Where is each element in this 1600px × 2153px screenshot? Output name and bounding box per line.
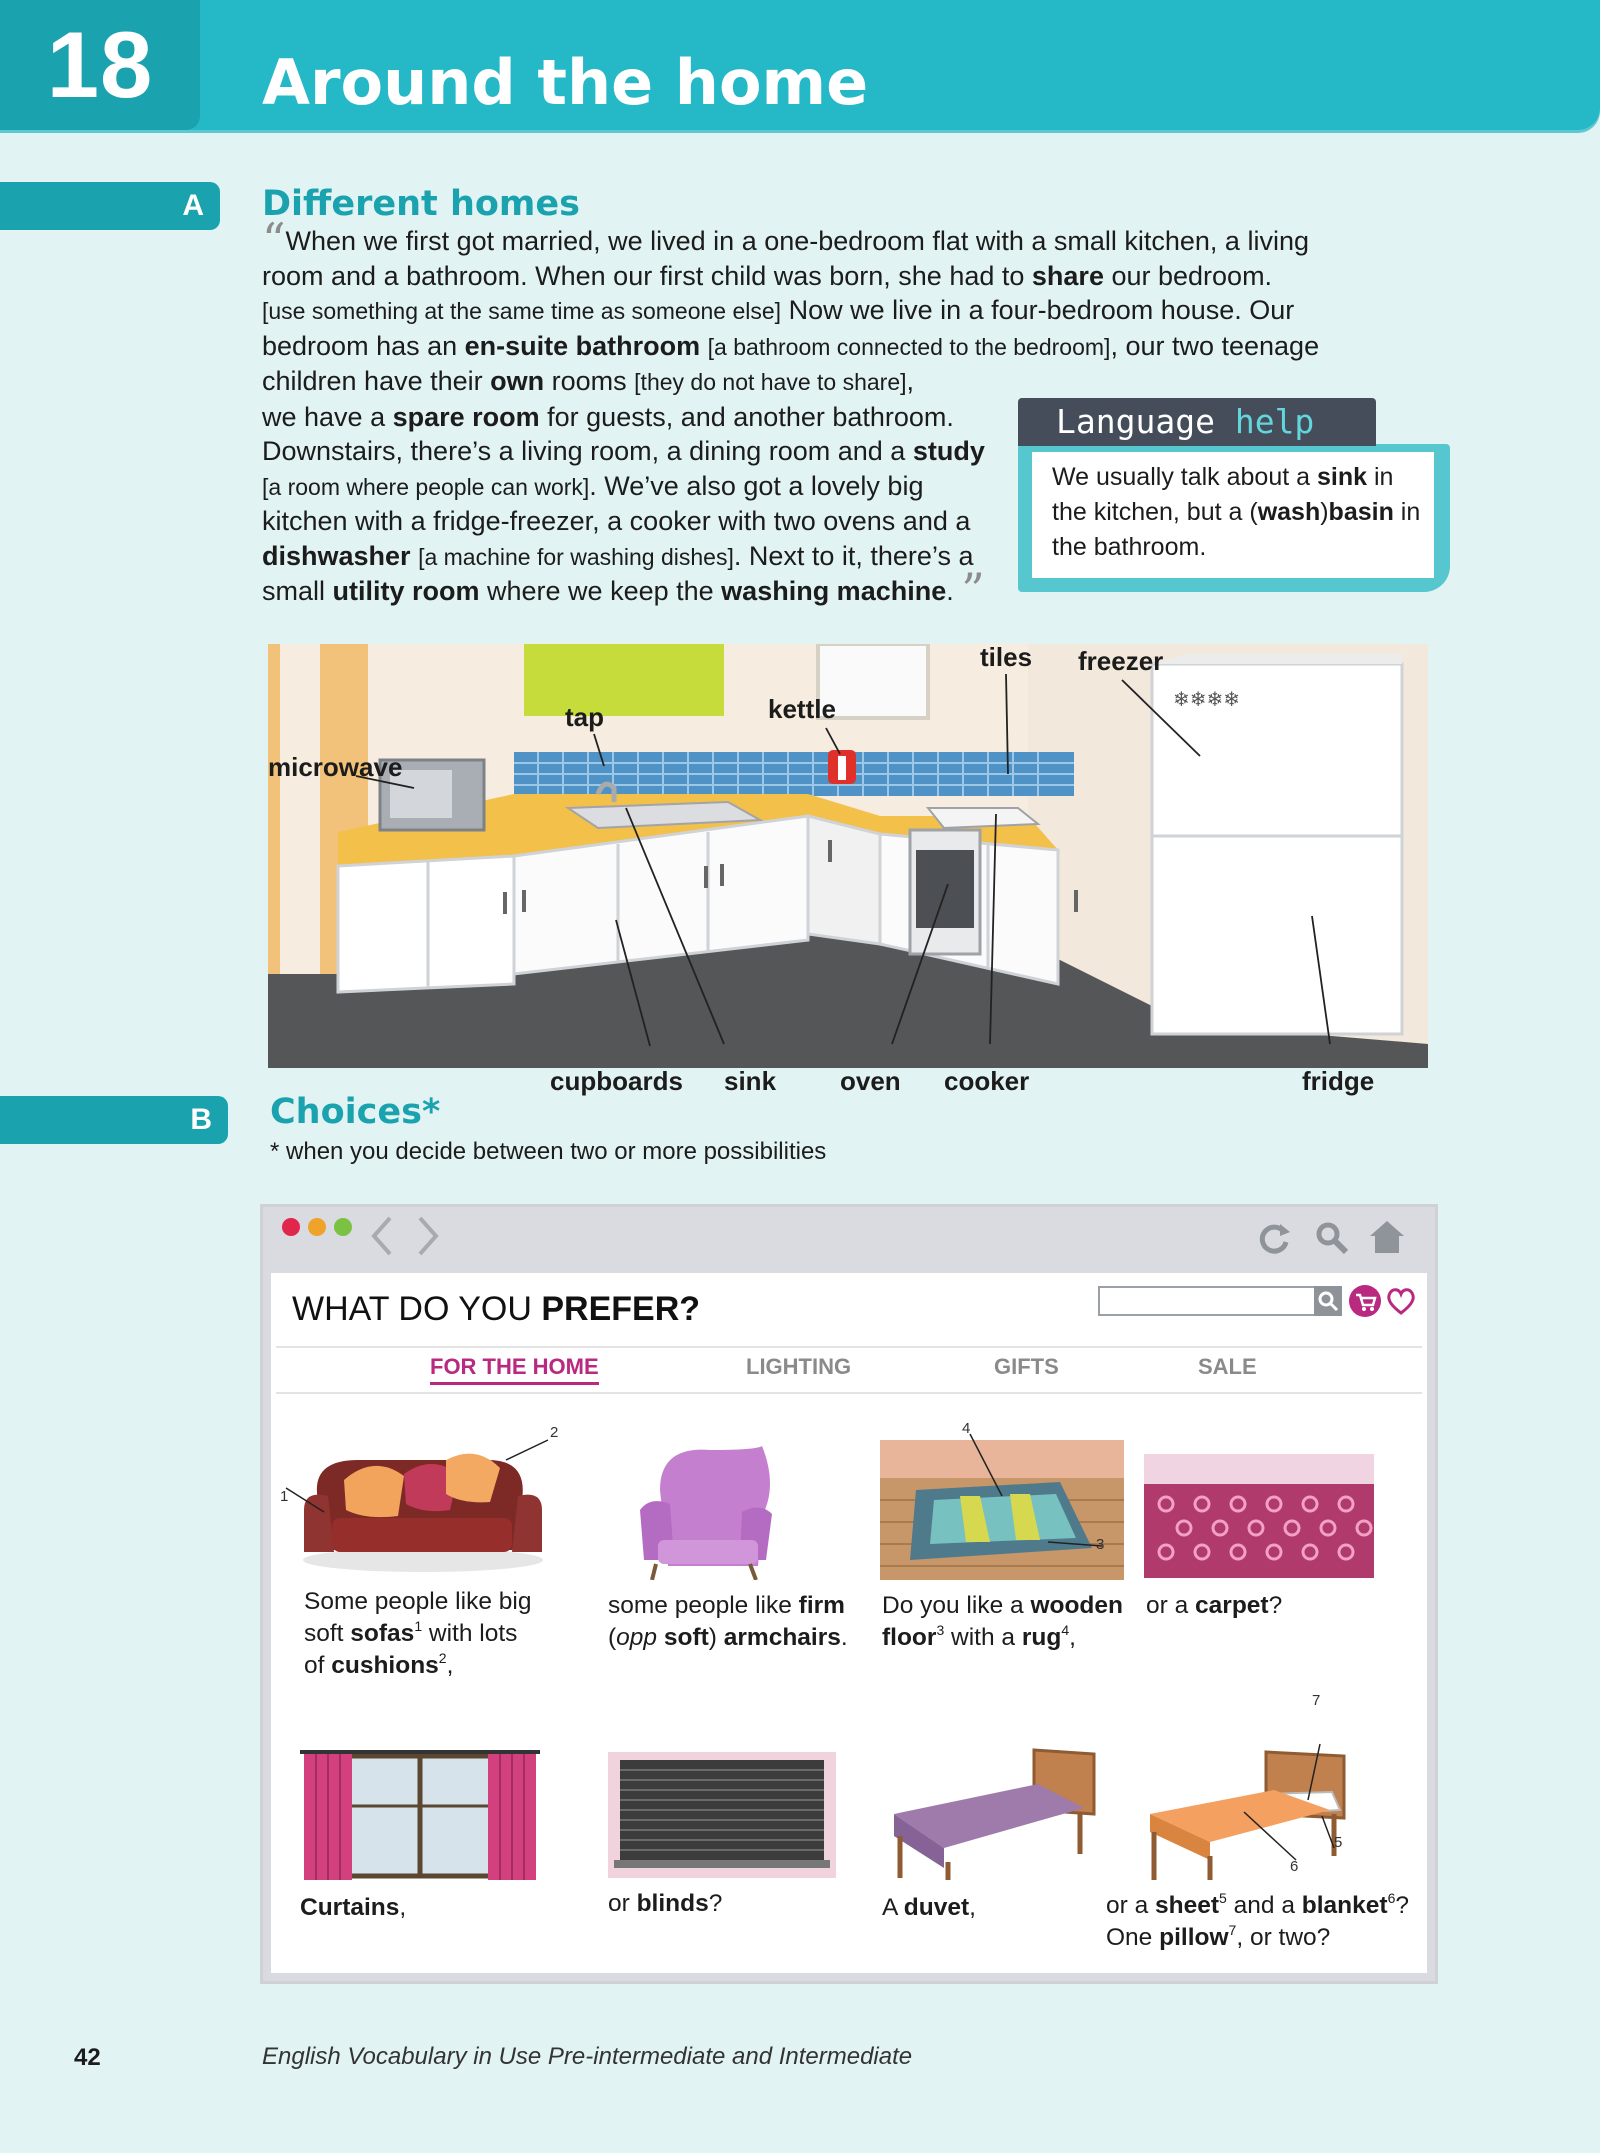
language-help-text: We usually talk about a sink in the kitc… [1052,463,1421,561]
unit-title: Around the home [262,46,869,119]
unit-header: 18 Around the home [0,0,1600,130]
sofa-image [285,1439,549,1572]
caption-blinds: or blinds? [608,1890,723,1917]
label-oven: oven [840,1066,901,1096]
blinds-image [608,1752,836,1878]
unit-number: 18 [0,0,200,130]
section-b-title: Choices* [270,1092,441,1132]
search-icon[interactable] [1314,1220,1350,1256]
caption-sheet-blanket-pillow: or a sheet5 and a blanket6? One pillow7, … [1106,1890,1409,1951]
callout-2: 2 [550,1424,559,1441]
callout-7: 7 [1312,1692,1321,1709]
forward-arrow-icon[interactable] [414,1214,442,1258]
caption-armchairs: some people like firm (opp soft) armchai… [608,1592,848,1651]
label-sink: sink [724,1066,777,1096]
language-help-label: Language [1056,402,1215,441]
site-title: WHAT DO YOU PREFER? [292,1290,700,1329]
armchair-image [640,1446,772,1580]
curtains-image [300,1750,540,1880]
svg-text:❄❄❄❄: ❄❄❄❄ [1173,687,1240,711]
wooden-floor-rug-image [880,1433,1124,1580]
caption-floor-rug: Do you like a wooden floor3 with a rug4, [882,1592,1123,1651]
nav-tab-gifts[interactable]: GIFTS [994,1354,1059,1380]
callout-1: 1 [280,1488,289,1505]
wishlist-heart-icon[interactable] [1386,1286,1416,1316]
carpet-image [1144,1454,1374,1578]
caption-curtains: Curtains, [300,1894,407,1921]
language-help-label-accent: help [1234,402,1315,441]
label-fridge: fridge [1302,1066,1375,1096]
duvet-bed-image [894,1748,1096,1880]
callout-5: 5 [1334,1834,1343,1851]
section-b-tab: B [0,1096,228,1144]
maximize-dot[interactable] [334,1218,352,1236]
cart-icon[interactable] [1348,1284,1382,1318]
callout-4: 4 [962,1420,971,1437]
section-a-tab: A [0,182,220,230]
site-title-part-2: PREFER? [541,1290,701,1328]
close-dot[interactable] [282,1218,300,1236]
callout-3: 3 [1096,1536,1105,1553]
label-kettle: kettle [768,694,836,724]
nav-tab-lighting[interactable]: LIGHTING [746,1354,851,1380]
caption-duvet: A duvet, [882,1894,976,1921]
callout-6: 6 [1290,1858,1299,1875]
nav-tab-for-the-home[interactable]: FOR THE HOME [430,1354,599,1385]
section-a-title: Different homes [262,184,580,224]
label-tap: tap [565,702,604,732]
home-icon[interactable] [1368,1218,1406,1256]
nav-bottom-divider [276,1392,1422,1394]
label-cupboards: cupboards [550,1066,683,1096]
caption-sofas: Some people like big soft sofas1 with lo… [304,1588,532,1679]
nav-top-divider [276,1346,1422,1348]
site-search-button[interactable] [1314,1286,1342,1316]
label-freezer: freezer [1078,646,1164,676]
book-title: English Vocabulary in Use Pre-intermedia… [262,2043,913,2070]
label-cooker: cooker [944,1066,1030,1096]
sheet-blanket-bed-image [1150,1743,1346,1880]
language-help-tab: Language help [1018,398,1376,446]
back-arrow-icon[interactable] [368,1214,396,1258]
close-quote-icon: ” [961,563,985,617]
nav-tab-sale[interactable]: SALE [1198,1354,1257,1380]
page-number: 42 [74,2044,101,2071]
minimize-dot[interactable] [308,1218,326,1236]
refresh-icon[interactable] [1256,1220,1292,1256]
label-tiles: tiles [980,642,1033,672]
caption-carpet: or a carpet? [1146,1592,1283,1619]
label-microwave: microwave [268,752,403,782]
site-title-part-1: WHAT DO YOU [292,1290,532,1328]
site-search-input[interactable] [1098,1286,1342,1316]
section-b-note: * when you decide between two or more po… [270,1138,827,1165]
kitchen-illustration: ❄❄❄❄ [268,644,1428,1068]
